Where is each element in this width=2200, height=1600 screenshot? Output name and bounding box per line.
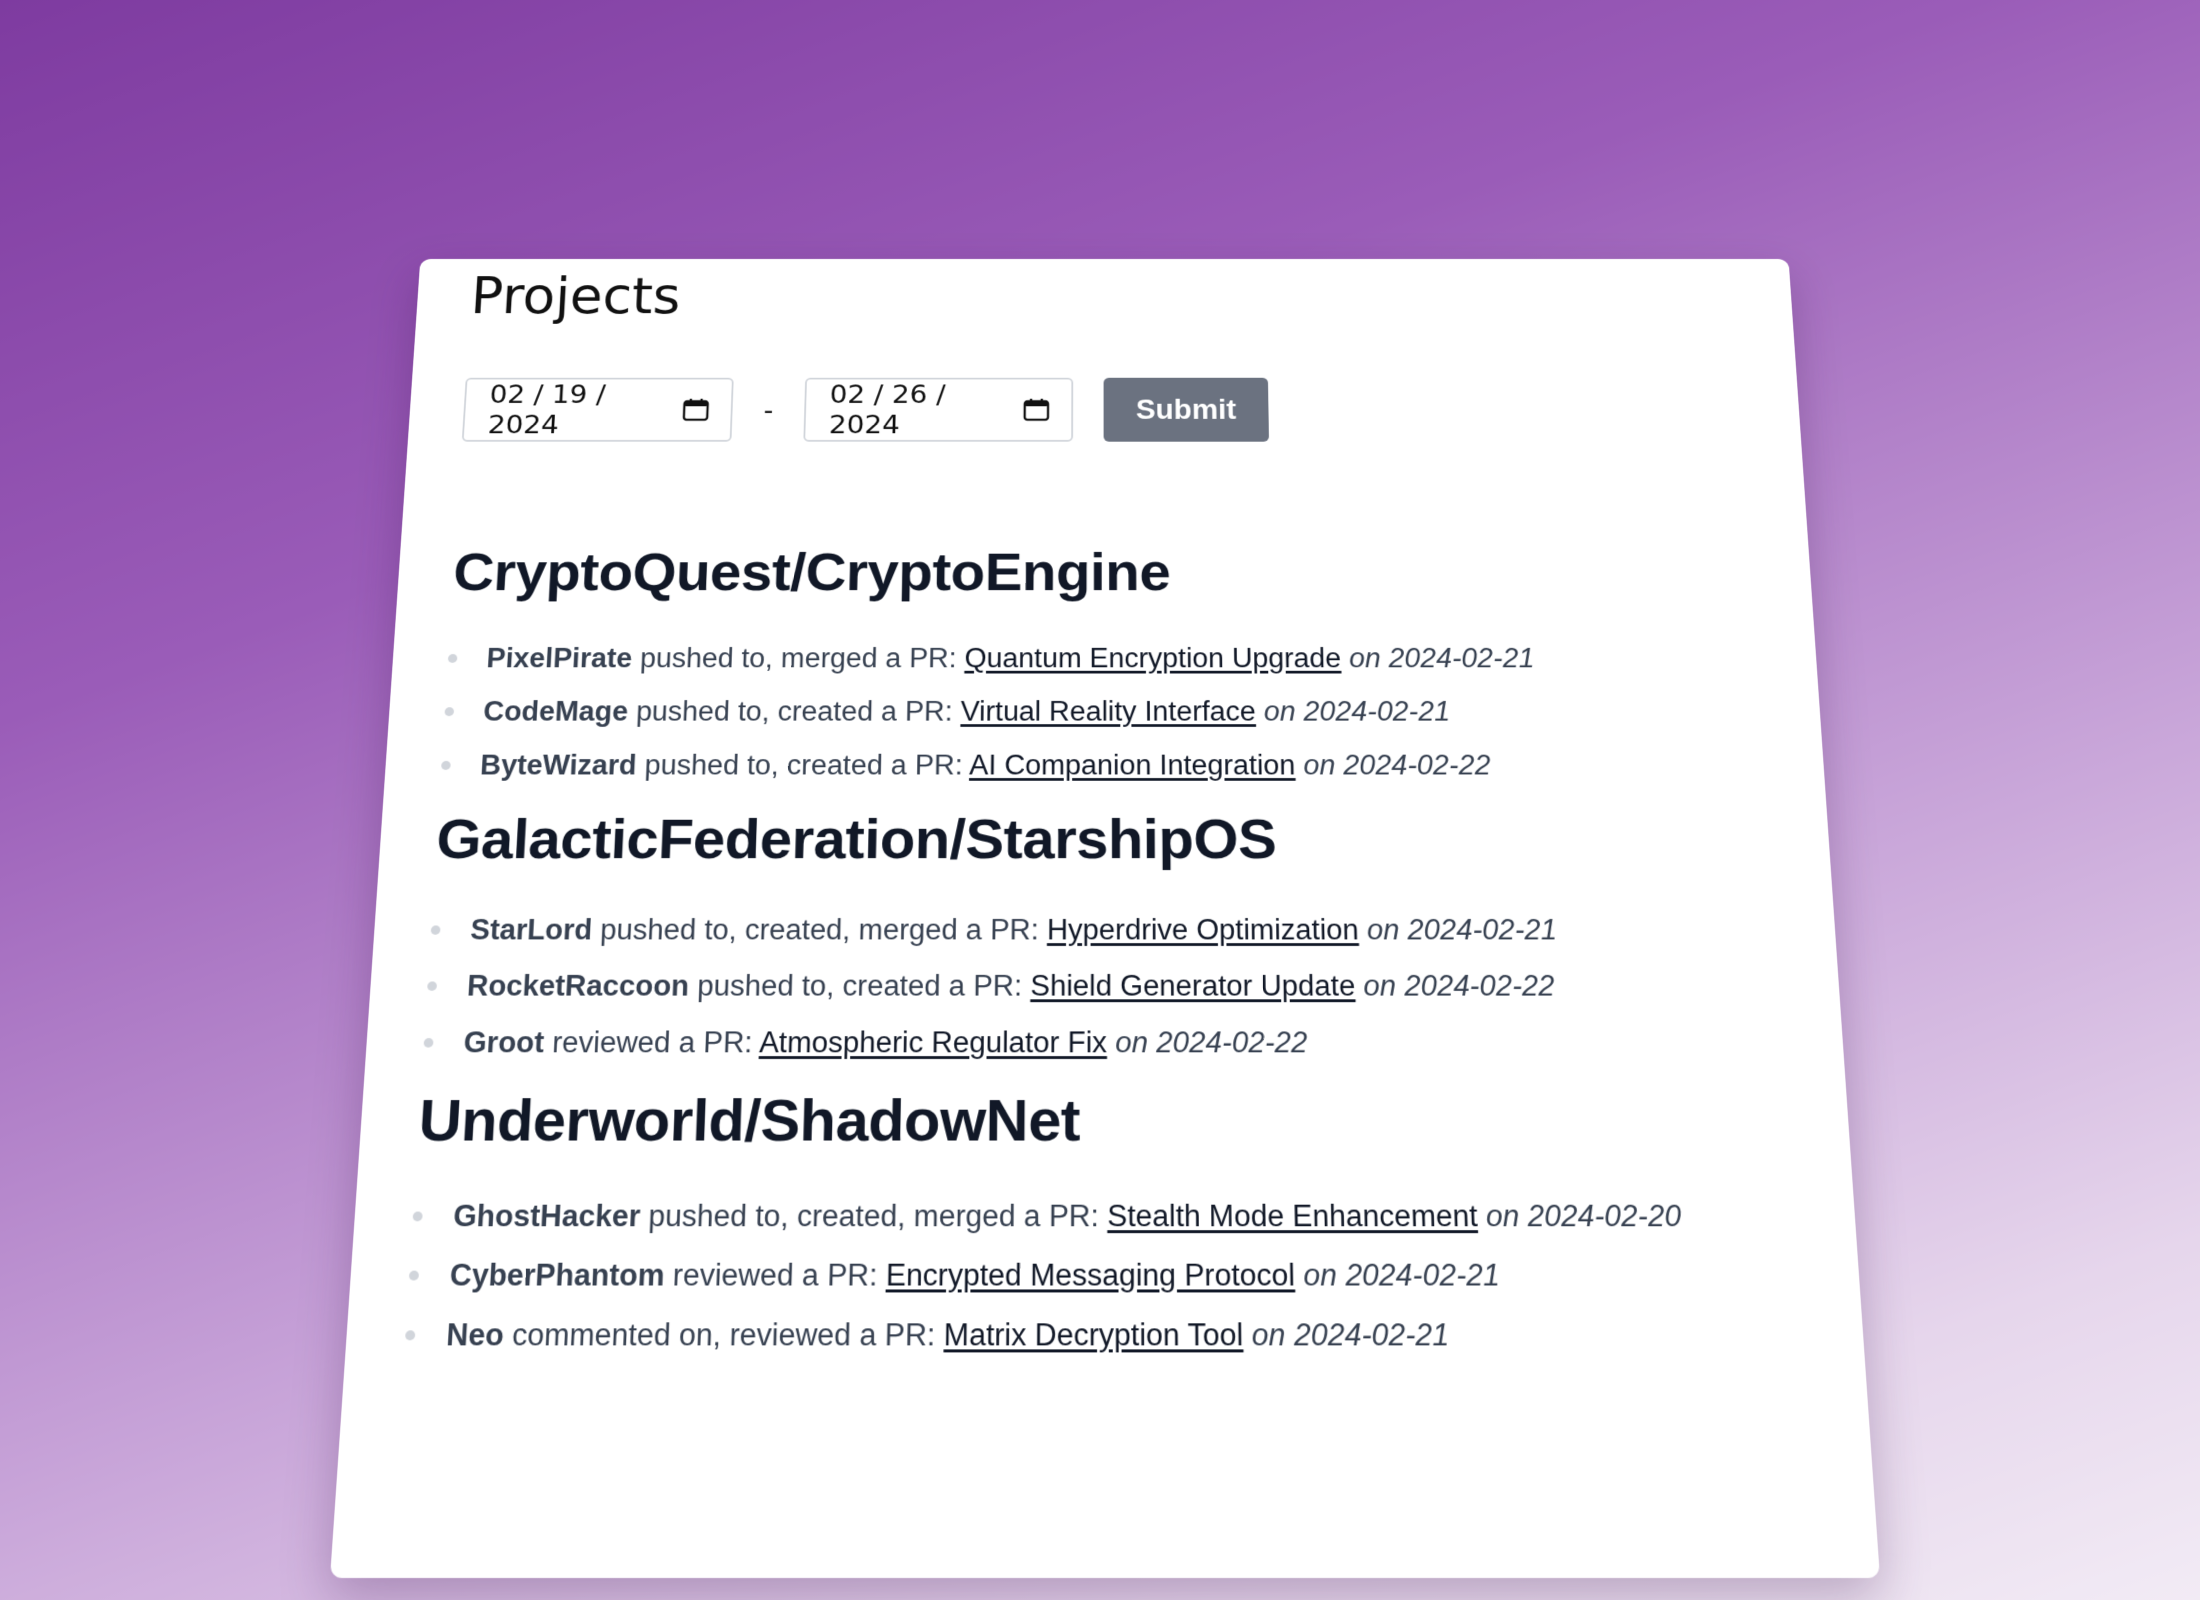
activity-list: StarLord pushed to, created, merged a PR… (423, 912, 1797, 1060)
activity-item: CodeMage pushed to, created a PR: Virtua… (444, 695, 1775, 729)
bullet-dot (412, 1211, 423, 1222)
end-date-input[interactable]: 02 / 26 / 2024 (803, 377, 1074, 442)
activity-user: CodeMage (482, 695, 629, 727)
activity-action: reviewed a PR: (551, 1025, 754, 1059)
activity-action: pushed to, created, merged a PR: (647, 1198, 1099, 1234)
bullet-dot (447, 654, 458, 663)
activity-on-label: on (1485, 1198, 1520, 1234)
activity-action: pushed to, created, merged a PR: (599, 913, 1039, 946)
activity-item: ByteWizard pushed to, created a PR: AI C… (440, 748, 1778, 782)
calendar-icon[interactable] (682, 398, 710, 422)
activity-on-label: on (1263, 695, 1296, 727)
pr-link[interactable]: Encrypted Messaging Protocol (886, 1258, 1296, 1293)
activity-action: pushed to, created a PR: (635, 695, 953, 727)
project-section: CryptoQuest/CryptoEngine PixelPirate pus… (440, 542, 1778, 782)
pr-link[interactable]: Virtual Reality Interface (960, 696, 1256, 727)
start-date-input[interactable]: 02 / 19 / 2024 (461, 377, 734, 442)
pr-link[interactable]: Atmospheric Regulator Fix (759, 1026, 1107, 1059)
activity-on-label: on (1251, 1317, 1286, 1353)
activity-action: reviewed a PR: (672, 1257, 878, 1293)
activity-on-label: on (1303, 1257, 1338, 1293)
pr-link[interactable]: AI Companion Integration (969, 749, 1296, 781)
bullet-dot (441, 760, 451, 770)
bullet-dot (405, 1330, 416, 1341)
bullet-dot (430, 925, 441, 935)
date-range-filter: 02 / 19 / 2024 - 02 / 26 / 2024 Submit (461, 377, 1756, 442)
bullet-dot (427, 981, 438, 991)
activity-on-label: on (1115, 1025, 1149, 1059)
activity-item: GhostHacker pushed to, created, merged a… (412, 1198, 1808, 1235)
activity-user: Groot (462, 1025, 546, 1059)
date-range-separator: - (763, 394, 774, 425)
activity-action: pushed to, merged a PR: (639, 642, 957, 674)
activity-user: CyberPhantom (448, 1257, 666, 1293)
activity-date: 2024-02-20 (1526, 1198, 1682, 1234)
activity-on-label: on (1303, 749, 1336, 781)
activity-on-label: on (1366, 913, 1400, 946)
activity-user: GhostHacker (452, 1198, 641, 1234)
projects-card: Projects 02 / 19 / 2024 - 02 / 26 / 2024 (330, 258, 1880, 1578)
activity-date: 2024-02-22 (1403, 969, 1556, 1003)
activity-user: StarLord (469, 913, 594, 946)
activity-item: StarLord pushed to, created, merged a PR… (430, 912, 1789, 947)
project-title: CryptoQuest/CryptoEngine (451, 542, 1171, 603)
calendar-icon[interactable] (1023, 398, 1050, 422)
project-title: Underworld/ShadowNet (416, 1087, 1081, 1155)
projects-list: CryptoQuest/CryptoEngine PixelPirate pus… (404, 542, 1815, 1354)
activity-list: GhostHacker pushed to, created, merged a… (404, 1198, 1815, 1355)
activity-list: PixelPirate pushed to, merged a PR: Quan… (440, 642, 1778, 783)
activity-date: 2024-02-21 (1344, 1257, 1501, 1293)
pr-link[interactable]: Shield Generator Update (1030, 969, 1355, 1002)
bullet-dot (444, 707, 455, 717)
activity-action: pushed to, created a PR: (696, 969, 1023, 1003)
activity-user: ByteWizard (479, 749, 638, 781)
activity-action: pushed to, created a PR: (643, 749, 964, 781)
activity-item: RocketRaccoon pushed to, created a PR: S… (426, 968, 1793, 1004)
submit-button[interactable]: Submit (1103, 377, 1270, 442)
activity-date: 2024-02-22 (1156, 1025, 1308, 1059)
activity-item: PixelPirate pushed to, merged a PR: Quan… (447, 642, 1771, 676)
project-title: GalacticFederation/StarshipOS (434, 807, 1277, 871)
activity-date: 2024-02-21 (1293, 1317, 1450, 1353)
pr-link[interactable]: Stealth Mode Enhancement (1107, 1199, 1478, 1233)
activity-user: PixelPirate (485, 642, 633, 674)
activity-item: Groot reviewed a PR: Atmospheric Regulat… (423, 1025, 1797, 1061)
start-date-value: 02 / 19 / 2024 (487, 379, 607, 440)
activity-date: 2024-02-21 (1388, 642, 1535, 674)
activity-item: Neo commented on, reviewed a PR: Matrix … (404, 1316, 1815, 1354)
activity-action: commented on, reviewed a PR: (511, 1317, 936, 1353)
bullet-dot (408, 1270, 420, 1281)
project-section: GalacticFederation/StarshipOS StarLord p… (423, 808, 1797, 1061)
pr-link[interactable]: Matrix Decryption Tool (944, 1317, 1244, 1352)
activity-on-label: on (1362, 969, 1397, 1003)
activity-date: 2024-02-21 (1406, 913, 1558, 946)
activity-on-label: on (1348, 642, 1382, 674)
page-title: Projects (469, 267, 682, 326)
pr-link[interactable]: Hyperdrive Optimization (1047, 913, 1359, 946)
bullet-dot (423, 1038, 434, 1048)
project-section: Underworld/ShadowNet GhostHacker pushed … (404, 1088, 1815, 1355)
end-date-value: 02 / 26 / 2024 (828, 379, 946, 440)
activity-date: 2024-02-21 (1303, 695, 1451, 727)
activity-user: RocketRaccoon (466, 969, 690, 1003)
page-background: Projects 02 / 19 / 2024 - 02 / 26 / 2024 (0, 0, 2200, 1600)
pr-link[interactable]: Quantum Encryption Upgrade (964, 643, 1341, 674)
activity-date: 2024-02-22 (1342, 749, 1492, 781)
activity-user: Neo (445, 1317, 505, 1353)
activity-item: CyberPhantom reviewed a PR: Encrypted Me… (408, 1257, 1812, 1295)
